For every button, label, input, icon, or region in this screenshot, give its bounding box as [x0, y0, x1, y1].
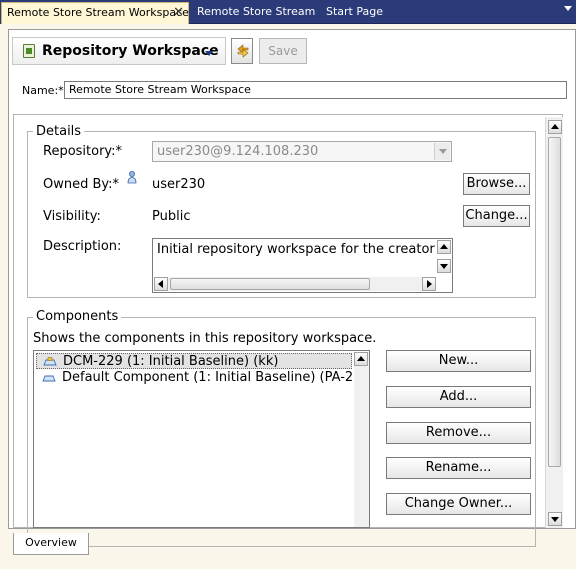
change-visibility-button[interactable]: Change...: [463, 205, 530, 227]
arrow-left-icon: [158, 280, 163, 288]
component-icon: [42, 375, 56, 382]
tab-label: Remote Store Stream Workspace: [7, 6, 189, 19]
refresh-icon: [237, 44, 249, 58]
add-component-button[interactable]: Add...: [386, 386, 531, 408]
description-text: Initial repository workspace for the cre…: [157, 242, 437, 257]
tab-label: Remote Store Stream: [197, 5, 316, 18]
desc-scroll-up-button[interactable]: [437, 240, 451, 254]
editor-title[interactable]: Repository Workspace: [12, 37, 226, 65]
list-item[interactable]: Default Component (1: Initial Baseline) …: [36, 370, 352, 386]
chevron-down-icon[interactable]: [434, 143, 450, 160]
desc-scroll-left-button[interactable]: [154, 277, 168, 291]
user-icon: [127, 171, 137, 184]
components-group-title: Components: [33, 309, 122, 324]
arrow-up-icon: [357, 356, 365, 361]
arrow-right-icon: [427, 280, 432, 288]
rename-component-button[interactable]: Rename...: [386, 457, 531, 479]
desc-scroll-down-button[interactable]: [437, 259, 451, 273]
close-icon[interactable]: ✕: [173, 3, 184, 23]
arrow-up-icon: [551, 124, 559, 129]
repository-value: user230@9.124.108.230: [157, 144, 319, 159]
form-vertical-scrollbar[interactable]: [545, 117, 563, 528]
tab-list-dropdown-icon[interactable]: [564, 6, 572, 11]
tab-remote-store-stream[interactable]: Remote Store Stream: [192, 2, 315, 24]
tab-start-page[interactable]: Start Page: [321, 2, 383, 24]
remove-component-button[interactable]: Remove...: [386, 422, 531, 444]
visibility-value: Public: [152, 209, 191, 224]
scroll-up-button[interactable]: [548, 120, 562, 134]
repository-workspace-icon: [23, 44, 35, 58]
component-icon: [43, 357, 57, 366]
repository-label: Repository:*: [43, 144, 123, 159]
refresh-button[interactable]: [231, 38, 253, 64]
description-field[interactable]: Initial repository workspace for the cre…: [152, 238, 453, 293]
arrow-up-icon: [440, 244, 448, 249]
browse-button[interactable]: Browse...: [463, 173, 530, 195]
editor-title-text: Repository Workspace: [42, 43, 219, 59]
components-list[interactable]: DCM-229 (1: Initial Baseline) (kk) Defau…: [33, 350, 370, 528]
owned-by-label: Owned By:*: [43, 177, 120, 192]
name-field[interactable]: Remote Store Stream Workspace: [64, 81, 567, 99]
arrow-down-icon: [551, 517, 559, 522]
component-label: DCM-229 (1: Initial Baseline) (kk): [63, 354, 279, 369]
editor-tab-strip: Remote Store Stream Workspace ✕ Remote S…: [0, 0, 576, 24]
change-owner-button[interactable]: Change Owner...: [386, 493, 531, 515]
visibility-label: Visibility:: [43, 209, 101, 224]
chevron-down-icon[interactable]: [205, 51, 213, 56]
desc-horizontal-scrollbar[interactable]: [154, 277, 436, 291]
tab-remote-store-stream-workspace[interactable]: Remote Store Stream Workspace ✕: [1, 2, 189, 24]
desc-scroll-thumb[interactable]: [170, 278, 370, 290]
components-description: Shows the components in this repository …: [33, 331, 377, 346]
desc-scroll-right-button[interactable]: [422, 277, 436, 291]
new-component-button[interactable]: New...: [386, 350, 531, 372]
list-item[interactable]: DCM-229 (1: Initial Baseline) (kk): [36, 353, 352, 369]
list-vertical-scrollbar[interactable]: [354, 352, 369, 527]
save-button[interactable]: Save: [259, 38, 307, 64]
list-scroll-up-button[interactable]: [354, 352, 368, 366]
description-label: Description:: [43, 239, 122, 254]
tab-label: Start Page: [326, 5, 383, 18]
tab-overview[interactable]: Overview: [13, 533, 89, 555]
owned-by-value: user230: [152, 177, 206, 192]
name-label: Name:*: [22, 84, 64, 97]
arrow-down-icon: [440, 264, 448, 269]
repository-select[interactable]: user230@9.124.108.230: [152, 141, 452, 162]
scroll-down-button[interactable]: [548, 512, 562, 526]
details-group-title: Details: [33, 124, 85, 139]
component-label: Default Component (1: Initial Baseline) …: [62, 370, 352, 385]
scroll-thumb[interactable]: [548, 137, 561, 467]
